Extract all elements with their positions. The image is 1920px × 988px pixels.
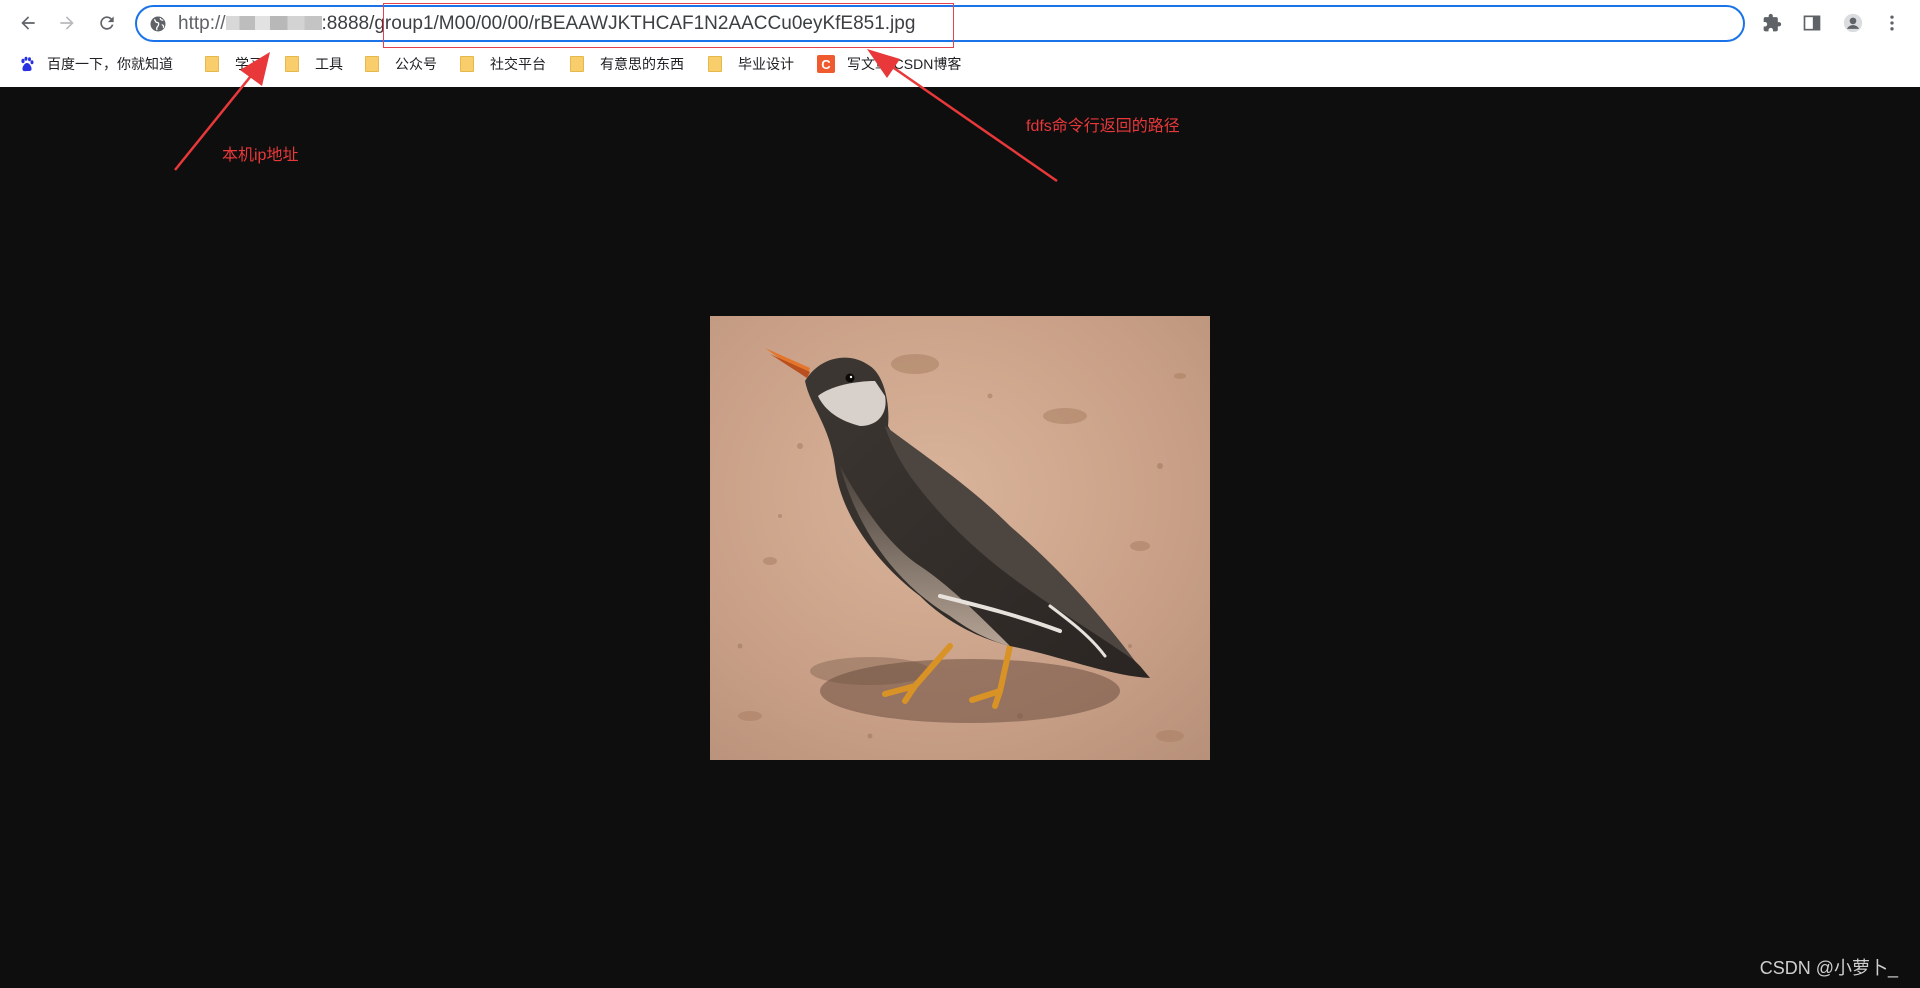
reload-icon	[100, 16, 114, 30]
bookmark-label: 有意思的东西	[600, 56, 684, 72]
kebab-menu-icon	[1890, 15, 1894, 31]
bird-image	[710, 316, 1210, 760]
url-port: :8888	[321, 13, 370, 34]
forward-button[interactable]	[53, 9, 81, 37]
profile-button[interactable]	[1839, 9, 1867, 37]
puzzle-icon	[1763, 13, 1782, 32]
side-panel-button[interactable]	[1798, 9, 1826, 37]
browser-chrome: http:// :8888/group1/M00/00/00/rBEAAWJKTH…	[0, 0, 1920, 87]
url-prefix: http://	[178, 13, 226, 34]
back-button[interactable]	[14, 9, 42, 37]
folder-icon	[570, 56, 584, 72]
bookmark-folder-tools[interactable]: 工具	[285, 52, 343, 76]
annotation-path: fdfs命令行返回的路径	[1026, 118, 1180, 135]
bookmark-baidu[interactable]: 百度一下，你就知道	[19, 52, 173, 76]
bookmark-label: 学习	[235, 56, 263, 72]
bookmarks-bar: 百度一下，你就知道 学习 工具 公众号 社交平台 有意思的东西 毕业设计 C 写	[0, 48, 1920, 80]
bookmark-label: 写文章-CSDN博客	[847, 56, 962, 72]
url-text[interactable]: http:// :8888/group1/M00/00/00/rBEAAWJKTH…	[178, 13, 915, 35]
annotation-ip: 本机ip地址	[222, 147, 299, 164]
bookmark-label: 工具	[315, 56, 343, 72]
folder-icon	[205, 56, 219, 72]
csdn-watermark: CSDN @小萝卜_	[1759, 958, 1898, 978]
csdn-icon: C	[817, 55, 835, 73]
url-path: /group1/M00/00/00/rBEAAWJKTHCAF1N2AACCu0…	[369, 13, 916, 34]
bookmark-label: 社交平台	[490, 56, 546, 72]
baidu-paw-icon	[21, 56, 34, 72]
folder-icon	[285, 56, 299, 72]
bookmark-label: 百度一下，你就知道	[47, 56, 173, 72]
bookmark-label: 公众号	[395, 56, 437, 72]
folder-icon	[365, 56, 379, 72]
profile-icon	[1843, 13, 1863, 33]
folder-icon	[460, 56, 474, 72]
bookmark-csdn-write[interactable]: C 写文章-CSDN博客	[817, 52, 961, 76]
folder-icon	[708, 56, 722, 72]
globe-icon[interactable]	[149, 15, 167, 33]
bookmark-folder-social[interactable]: 社交平台	[460, 52, 546, 76]
arrow-left-icon	[21, 16, 35, 30]
bookmark-folder-study[interactable]: 学习	[205, 52, 263, 76]
browser-toolbar: http:// :8888/group1/M00/00/00/rBEAAWJKTH…	[0, 0, 1920, 48]
side-panel-icon	[1803, 15, 1821, 31]
bookmark-folder-interesting[interactable]: 有意思的东西	[570, 52, 684, 76]
extensions-button[interactable]	[1758, 9, 1786, 37]
bookmark-folder-graduation[interactable]: 毕业设计	[708, 52, 794, 76]
bookmark-folder-official-accounts[interactable]: 公众号	[365, 52, 437, 76]
reload-button[interactable]	[93, 9, 121, 37]
menu-button[interactable]	[1878, 9, 1906, 37]
arrow-right-icon	[60, 16, 74, 30]
bookmark-label: 毕业设计	[738, 56, 794, 72]
redacted-ip	[225, 16, 322, 30]
address-bar[interactable]: http:// :8888/group1/M00/00/00/rBEAAWJKTH…	[135, 5, 1745, 42]
